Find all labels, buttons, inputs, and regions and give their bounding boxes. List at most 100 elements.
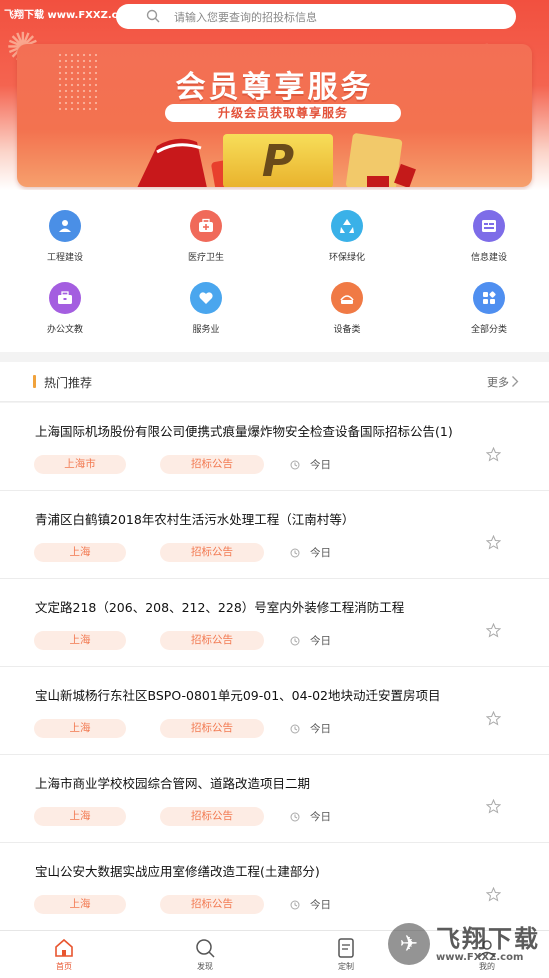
bid-title[interactable]: 宝山新城杨行东社区BSPO-0801单元09-01、04-02地块动迁安置房项目 xyxy=(35,685,440,704)
bid-title[interactable]: 上海国际机场股份有限公司便携式痕量爆炸物安全检查设备国际招标公告(1) xyxy=(35,421,453,440)
tab-item[interactable]: 发现 xyxy=(175,937,235,972)
star-icon[interactable] xyxy=(486,711,501,726)
bid-title[interactable]: 文定路218（206、208、212、228）号室内外装修工程消防工程 xyxy=(35,597,404,616)
publish-time: 今日 xyxy=(290,809,331,824)
publish-time: 今日 xyxy=(290,721,331,736)
chevron-right-icon[interactable] xyxy=(511,375,519,388)
type-tag: 招标公告 xyxy=(160,631,264,650)
publish-time: 今日 xyxy=(290,457,331,472)
heart-icon xyxy=(190,282,222,314)
publish-time: 今日 xyxy=(290,545,331,560)
brand-watermark-en: www.FXXZ.com xyxy=(436,951,524,963)
publish-time-text: 今日 xyxy=(310,899,331,911)
category-item[interactable]: 医疗卫生 xyxy=(166,210,246,263)
city-tag: 上海 xyxy=(34,543,126,562)
person-upload-icon xyxy=(49,210,81,242)
brand-watermark-zh: 飞翔下载 xyxy=(436,924,540,953)
publish-time-text: 今日 xyxy=(310,635,331,647)
header: ✺ ✺ ✺ ✺ 飞翔下载 www.FXXZ.com 请输入您要查询的招投标信息 … xyxy=(0,0,549,190)
member-banner[interactable]: 会员尊享服务 升级会员获取尊享服务 P xyxy=(17,44,532,187)
bid-list-item[interactable]: 宝山公安大数据实战应用室修缮改造工程(土建部分) 上海 招标公告 今日 xyxy=(0,843,549,931)
search-icon xyxy=(146,9,160,23)
type-tag: 招标公告 xyxy=(160,807,264,826)
publish-time: 今日 xyxy=(290,633,331,648)
category-item[interactable]: 办公文教 xyxy=(25,282,105,335)
type-tag: 招标公告 xyxy=(160,895,264,914)
more-link[interactable]: 更多 xyxy=(487,374,509,390)
type-tag: 招标公告 xyxy=(160,455,264,474)
clock-icon xyxy=(290,724,300,733)
bid-title[interactable]: 上海市商业学校校园综合管网、道路改造项目二期 xyxy=(35,773,310,792)
category-item[interactable]: 信息建设 xyxy=(449,210,529,263)
all-categories-icon xyxy=(473,282,505,314)
home-icon xyxy=(34,937,94,959)
star-icon[interactable] xyxy=(486,447,501,462)
tab-item[interactable]: 定制 xyxy=(316,937,376,972)
star-icon[interactable] xyxy=(486,799,501,814)
category-label: 设备类 xyxy=(333,325,361,335)
category-label: 信息建设 xyxy=(470,253,507,263)
tab-label: 定制 xyxy=(338,962,354,971)
bid-list-item[interactable]: 上海国际机场股份有限公司便携式痕量爆炸物安全检查设备国际招标公告(1) 上海市 招标… xyxy=(0,403,549,491)
category-label: 全部分类 xyxy=(470,325,507,335)
category-label: 环保绿化 xyxy=(328,253,365,263)
city-tag: 上海 xyxy=(34,631,126,650)
star-icon[interactable] xyxy=(486,535,501,550)
p-card-letter: P xyxy=(261,135,295,187)
clock-icon xyxy=(290,900,300,909)
clock-icon xyxy=(290,636,300,645)
category-item[interactable]: 设备类 xyxy=(307,282,387,335)
city-tag: 上海 xyxy=(34,895,126,914)
clock-icon xyxy=(290,812,300,821)
discover-icon xyxy=(175,937,235,959)
bid-title[interactable]: 青浦区白鹤镇2018年农村生活污水处理工程（江南村等） xyxy=(35,509,354,528)
section-accent-bar xyxy=(33,375,36,388)
clock-icon xyxy=(290,460,300,469)
publish-time: 今日 xyxy=(290,897,331,912)
city-tag: 上海 xyxy=(34,719,126,738)
tab-label: 发现 xyxy=(197,962,213,971)
p-card: P xyxy=(223,134,333,187)
category-grid: 工程建设 医疗卫生 环保绿化 信息建设办公文教 服务业 设备类 全部分类 xyxy=(0,190,549,352)
star-icon[interactable] xyxy=(486,887,501,902)
tab-item[interactable]: 首页 xyxy=(34,937,94,972)
publish-time-text: 今日 xyxy=(310,811,331,823)
category-label: 办公文教 xyxy=(46,325,83,335)
category-label: 服务业 xyxy=(192,325,220,335)
city-tag: 上海 xyxy=(34,807,126,826)
bid-title[interactable]: 宝山公安大数据实战应用室修缮改造工程(土建部分) xyxy=(35,861,320,880)
star-icon[interactable] xyxy=(486,623,501,638)
recycle-icon xyxy=(331,210,363,242)
briefcase-icon xyxy=(49,282,81,314)
category-item[interactable]: 全部分类 xyxy=(449,282,529,335)
hot-header: 热门推荐 更多 xyxy=(0,362,549,402)
banner-subtitle: 升级会员获取尊享服务 xyxy=(165,104,401,122)
publish-time-text: 今日 xyxy=(310,723,331,735)
category-item[interactable]: 服务业 xyxy=(166,282,246,335)
bid-list-item[interactable]: 宝山新城杨行东社区BSPO-0801单元09-01、04-02地块动迁安置房项目… xyxy=(0,667,549,755)
tab-label: 首页 xyxy=(56,962,72,971)
medical-kit-icon xyxy=(190,210,222,242)
customize-icon xyxy=(316,937,376,959)
category-label: 工程建设 xyxy=(46,253,83,263)
brand-logo-icon: ✈ xyxy=(388,923,430,965)
search-placeholder: 请输入您要查询的招投标信息 xyxy=(174,10,317,24)
bid-list: 上海国际机场股份有限公司便携式痕量爆炸物安全检查设备国际招标公告(1) 上海市 招标… xyxy=(0,403,549,931)
category-label: 医疗卫生 xyxy=(187,253,224,263)
category-item[interactable]: 环保绿化 xyxy=(307,210,387,263)
type-tag: 招标公告 xyxy=(160,543,264,562)
search-bar[interactable]: 请输入您要查询的招投标信息 xyxy=(116,4,516,29)
clock-icon xyxy=(290,548,300,557)
brand-watermark: ✈ 飞翔下载 www.FXXZ.com xyxy=(388,920,540,968)
equipment-icon xyxy=(331,282,363,314)
bid-list-item[interactable]: 文定路218（206、208、212、228）号室内外装修工程消防工程 上海 招标公… xyxy=(0,579,549,667)
city-tag: 上海市 xyxy=(34,455,126,474)
bid-list-item[interactable]: 青浦区白鹤镇2018年农村生活污水处理工程（江南村等） 上海 招标公告 今日 xyxy=(0,491,549,579)
info-panel-icon xyxy=(473,210,505,242)
hot-title: 热门推荐 xyxy=(44,376,93,390)
category-item[interactable]: 工程建设 xyxy=(25,210,105,263)
banner-title: 会员尊享服务 xyxy=(175,70,374,105)
type-tag: 招标公告 xyxy=(160,719,264,738)
bid-list-item[interactable]: 上海市商业学校校园综合管网、道路改造项目二期 上海 招标公告 今日 xyxy=(0,755,549,843)
publish-time-text: 今日 xyxy=(310,459,331,471)
